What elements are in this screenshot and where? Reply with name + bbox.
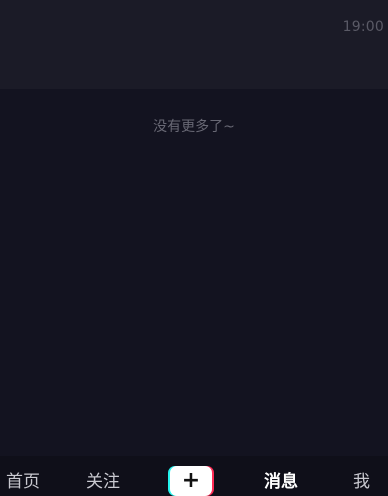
no-more-hint: 没有更多了~	[153, 119, 235, 135]
message-card[interactable]: 19:00	[0, 0, 388, 89]
create-button[interactable]: +	[168, 466, 214, 496]
tab-messages[interactable]: 消息	[264, 456, 298, 496]
plus-icon: +	[170, 466, 212, 496]
tab-home[interactable]: 首页	[6, 456, 40, 496]
tab-following[interactable]: 关注	[86, 456, 120, 496]
messages-screen: 19:00 没有更多了~ 首页 关注 消息 我 +	[0, 0, 388, 496]
message-time: 19:00	[342, 19, 384, 35]
tab-me[interactable]: 我	[353, 456, 370, 496]
